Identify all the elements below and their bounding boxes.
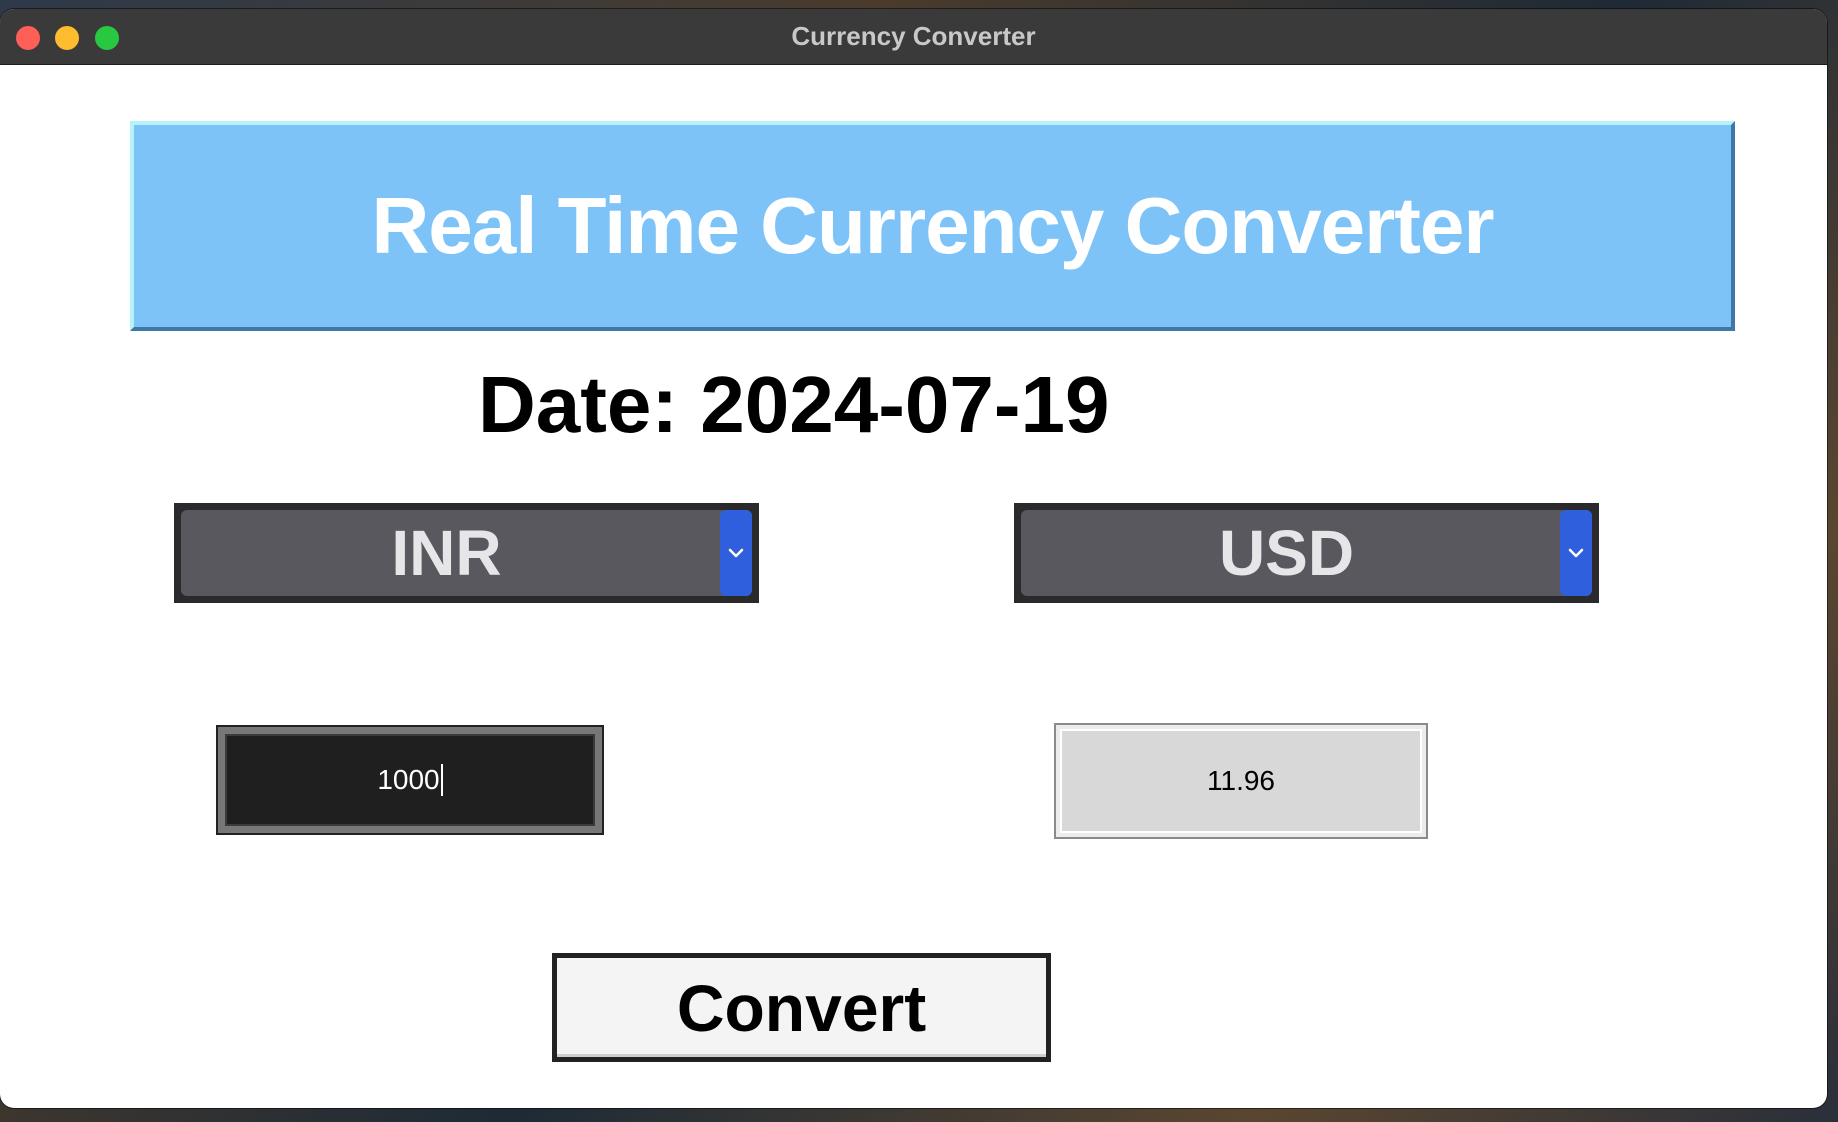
from-currency-dropdown[interactable]: INR — [174, 503, 759, 603]
converted-amount-area: 11.96 — [1060, 729, 1422, 833]
text-caret — [440, 764, 443, 796]
date-label: Date: 2024-07-19 — [478, 360, 1110, 449]
app-window: Currency Converter Real Time Currency Co… — [0, 9, 1827, 1108]
from-currency-value: INR — [391, 517, 502, 589]
title-bar: Currency Converter — [0, 9, 1827, 65]
from-currency-select-body[interactable]: INR — [181, 510, 752, 596]
amount-input-value: 1000 — [377, 764, 440, 795]
amount-input-area[interactable]: 1000 — [225, 734, 595, 826]
to-currency-dropdown[interactable]: USD — [1014, 503, 1599, 603]
chevron-down-icon — [1568, 548, 1584, 558]
to-currency-select-body[interactable]: USD — [1021, 510, 1592, 596]
to-currency-arrow[interactable] — [1560, 510, 1592, 596]
converted-amount-field: 11.96 — [1054, 723, 1428, 839]
window-title: Currency Converter — [791, 21, 1036, 51]
convert-button[interactable]: Convert — [552, 953, 1051, 1062]
from-currency-arrow[interactable] — [720, 510, 752, 596]
chevron-down-icon — [728, 548, 744, 558]
amount-input-field[interactable]: 1000 — [216, 725, 604, 835]
header-title: Real Time Currency Converter — [371, 181, 1494, 270]
to-currency-value: USD — [1218, 517, 1355, 589]
header-banner: Real Time Currency Converter — [130, 121, 1735, 331]
converted-amount-value: 11.96 — [1207, 765, 1275, 796]
